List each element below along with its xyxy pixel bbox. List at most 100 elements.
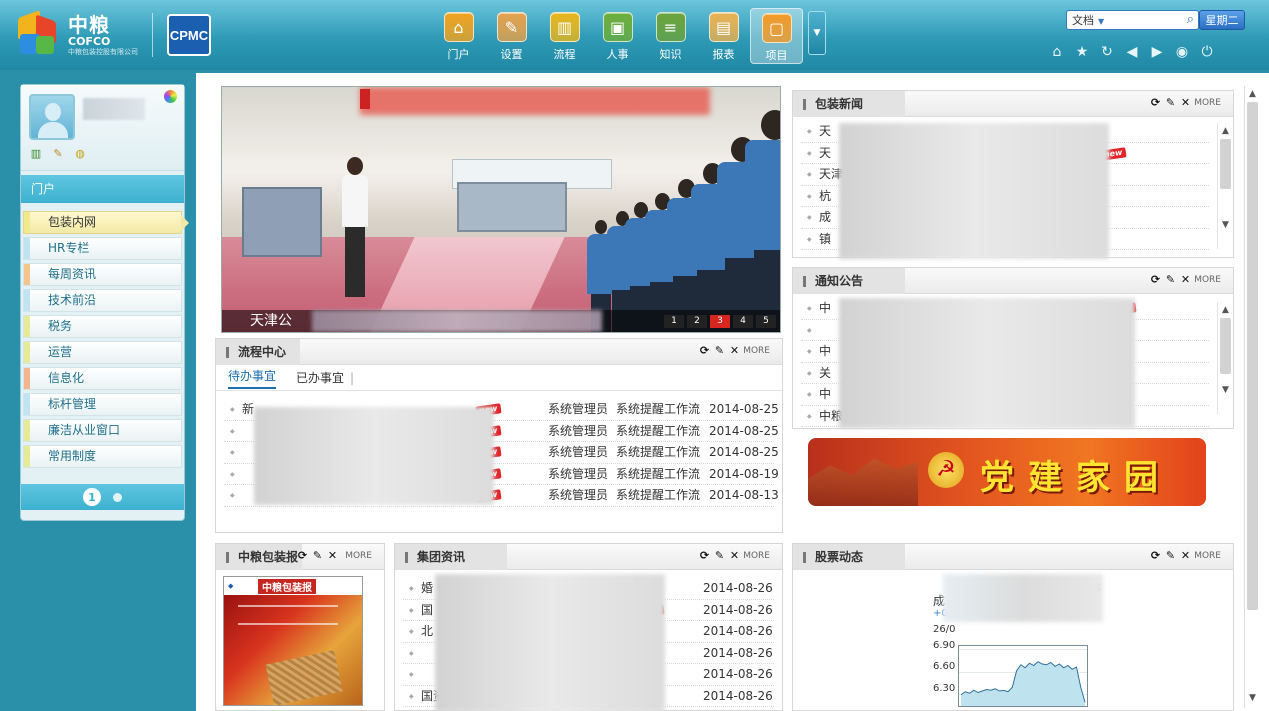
- scroll-up-icon[interactable]: ▲: [1218, 123, 1233, 139]
- scroll-down-icon[interactable]: ▼: [1218, 382, 1233, 398]
- color-tag: [24, 316, 30, 337]
- y-tick: 6.60: [933, 661, 956, 672]
- tab-done[interactable]: 已办事宜: [296, 369, 344, 386]
- more-link[interactable]: MORE: [1194, 275, 1221, 285]
- sidebar-item-8[interactable]: 廉洁从业窗口: [23, 419, 182, 442]
- scrollbar[interactable]: ▲ ▼: [1217, 123, 1233, 249]
- person-card-icon: ▣: [602, 12, 633, 42]
- party-building-banner[interactable]: ☭ 党建家园: [808, 438, 1206, 506]
- page-scrollbar[interactable]: ▲ ▼: [1244, 86, 1260, 708]
- pager-page-dot[interactable]: [113, 492, 122, 502]
- newspaper-cover[interactable]: ◆ 中粮包装报: [223, 576, 363, 706]
- search-scope-select[interactable]: 文档 ▼: [1067, 12, 1123, 28]
- nav-item-5[interactable]: ▤ 报表: [697, 8, 750, 64]
- cpmc-badge: CPMC: [167, 14, 211, 56]
- logo-text: 中粮 COFCO 中粮包装控股有限公司: [68, 14, 138, 56]
- wrench-icon[interactable]: ✎: [1163, 273, 1178, 286]
- more-link[interactable]: MORE: [1194, 98, 1221, 108]
- group-news-title: 婚: [421, 581, 434, 595]
- nav-item-3[interactable]: ▣ 人事: [591, 8, 644, 64]
- sidebar-item-6[interactable]: 信息化: [23, 367, 182, 390]
- sidebar-item-0[interactable]: 包装内网: [23, 211, 189, 234]
- theme-palette-icon[interactable]: [164, 90, 177, 103]
- scroll-down-icon[interactable]: ▼: [1245, 690, 1260, 706]
- forward-icon[interactable]: ▶: [1145, 42, 1169, 62]
- nav-item-0[interactable]: ⌂ 门户: [432, 8, 485, 64]
- scrollbar[interactable]: ▲ ▼: [1217, 302, 1233, 414]
- scroll-thumb[interactable]: [1220, 139, 1231, 189]
- news-slideshow[interactable]: 天津公 12345: [221, 86, 781, 333]
- color-tag: [24, 446, 30, 467]
- search-icon[interactable]: ⌕: [1187, 12, 1194, 27]
- sidebar-item-3[interactable]: 技术前沿: [23, 289, 182, 312]
- panel-title: 集团资讯: [395, 544, 507, 570]
- scroll-up-icon[interactable]: ▲: [1245, 86, 1260, 102]
- sidebar-item-1[interactable]: HR专栏: [23, 237, 182, 260]
- sidebar-item-9[interactable]: 常用制度: [23, 445, 182, 468]
- refresh-icon[interactable]: ⟳: [697, 344, 712, 357]
- sidebar-item-2[interactable]: 每周资讯: [23, 263, 182, 286]
- note-icon[interactable]: ✎: [51, 147, 65, 161]
- close-icon[interactable]: ✕: [727, 344, 742, 357]
- flow-type: 系统提醒工作流: [616, 423, 701, 438]
- search-input[interactable]: [1123, 14, 1173, 26]
- refresh-icon[interactable]: ⟳: [1148, 273, 1163, 286]
- slide-page-2[interactable]: 2: [687, 315, 707, 328]
- close-icon[interactable]: ✕: [1178, 96, 1193, 109]
- nav-item-2[interactable]: ▥ 流程: [538, 8, 591, 64]
- back-icon[interactable]: ◀: [1120, 42, 1144, 62]
- close-icon[interactable]: ✕: [1178, 549, 1193, 562]
- refresh-icon[interactable]: ⟳: [1148, 549, 1163, 562]
- panel-title: 流程中心: [216, 339, 301, 365]
- star-icon[interactable]: ★: [1070, 42, 1094, 62]
- scroll-down-icon[interactable]: ▼: [1218, 217, 1233, 233]
- sidebar-section-portal[interactable]: 门户: [21, 175, 184, 203]
- power-icon[interactable]: ⏻: [1195, 42, 1219, 62]
- refresh-icon[interactable]: ↻: [1095, 42, 1119, 62]
- flow-date: 2014-08-13: [709, 488, 779, 502]
- close-icon[interactable]: ✕: [1178, 273, 1193, 286]
- tab-pending[interactable]: 待办事宜: [228, 367, 277, 389]
- sidebar-item-label: 运营: [48, 345, 73, 359]
- more-link[interactable]: MORE: [743, 551, 770, 561]
- nav-more-chevron-icon[interactable]: ▼: [808, 11, 826, 55]
- refresh-icon[interactable]: ⟳: [1148, 96, 1163, 109]
- lock-icon[interactable]: ◍: [73, 147, 87, 161]
- more-link[interactable]: MORE: [345, 551, 372, 561]
- sidebar-item-7[interactable]: 标杆管理: [23, 393, 182, 416]
- scroll-thumb[interactable]: [1220, 318, 1231, 374]
- sidebar-item-5[interactable]: 运营: [23, 341, 182, 364]
- close-icon[interactable]: ✕: [727, 549, 742, 562]
- more-link[interactable]: MORE: [1194, 551, 1221, 561]
- y-tick: 6.90: [933, 640, 956, 651]
- settings-icon[interactable]: ◉: [1170, 42, 1194, 62]
- refresh-icon[interactable]: ⟳: [697, 549, 712, 562]
- slide-page-5[interactable]: 5: [756, 315, 776, 328]
- server-icon: ≡: [655, 12, 686, 42]
- group-news-date: 2014-08-26: [703, 602, 773, 617]
- wrench-icon[interactable]: ✎: [712, 344, 727, 357]
- nav-item-4[interactable]: ≡ 知识: [644, 8, 697, 64]
- slide-page-3[interactable]: 3: [710, 315, 730, 328]
- wrench-icon[interactable]: ✎: [1163, 96, 1178, 109]
- wrench-icon[interactable]: ✎: [310, 549, 325, 562]
- sidebar-item-4[interactable]: 税务: [23, 315, 182, 338]
- flow-sender: 系统管理员: [548, 445, 609, 459]
- book-icon[interactable]: ▥: [29, 147, 43, 161]
- slide-page-1[interactable]: 1: [664, 315, 684, 328]
- pager-page-current[interactable]: 1: [83, 488, 101, 506]
- refresh-icon[interactable]: ⟳: [295, 549, 310, 562]
- more-link[interactable]: MORE: [743, 346, 770, 356]
- wrench-icon[interactable]: ✎: [1163, 549, 1178, 562]
- scroll-up-icon[interactable]: ▲: [1218, 302, 1233, 318]
- close-icon[interactable]: ✕: [325, 549, 340, 562]
- nav-item-6[interactable]: ▢ 项目: [750, 8, 803, 64]
- wrench-icon[interactable]: ✎: [712, 549, 727, 562]
- panel-title: 包装新闻: [793, 91, 905, 117]
- nav-label: 设置: [500, 48, 523, 61]
- page-scroll-thumb[interactable]: [1247, 102, 1258, 610]
- home-icon[interactable]: ⌂: [1045, 42, 1069, 62]
- nav-item-1[interactable]: ✎ 设置: [485, 8, 538, 64]
- avatar[interactable]: [29, 94, 75, 140]
- slide-page-4[interactable]: 4: [733, 315, 753, 328]
